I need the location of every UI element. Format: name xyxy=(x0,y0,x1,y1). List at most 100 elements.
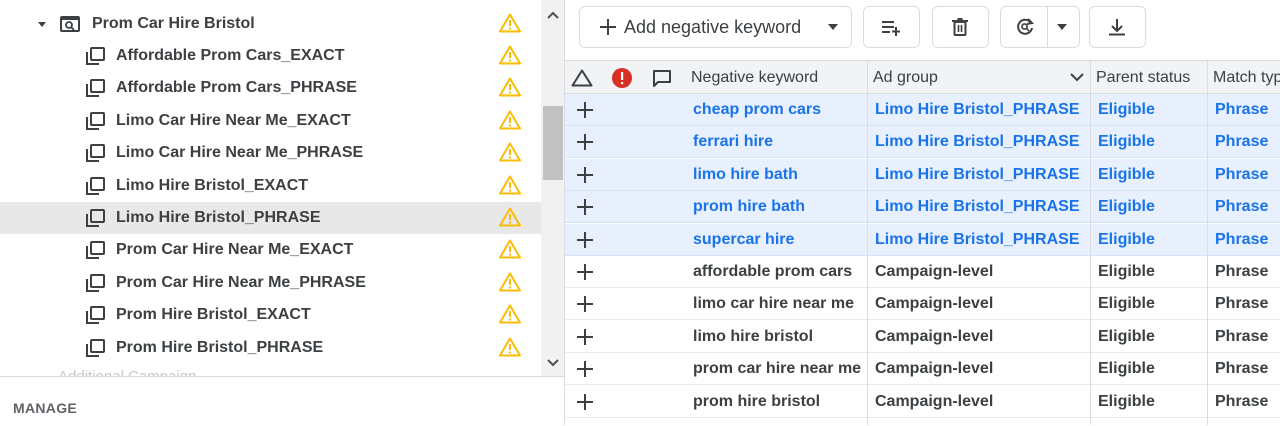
plus-icon[interactable] xyxy=(577,264,593,280)
match-type-cell[interactable]: Phrase xyxy=(1215,101,1268,119)
table-row[interactable]: prom car hire near me Campaign-level Eligi… xyxy=(565,353,1280,386)
ad-group-cell[interactable]: Campaign-level xyxy=(875,360,993,378)
keyword-cell[interactable]: prom hire bristol xyxy=(693,393,820,411)
dropdown-arrow-icon[interactable] xyxy=(828,24,838,30)
comment-icon[interactable] xyxy=(652,69,672,87)
ad-group-cell[interactable]: Campaign-level xyxy=(875,295,993,313)
ad-group-label: Affordable Prom Cars_EXACT xyxy=(116,47,345,64)
keyword-cell[interactable]: supercar hire xyxy=(693,231,794,249)
table-row[interactable]: cheap prom cars Limo Hire Bristol_PHRASE E… xyxy=(565,94,1280,126)
ad-group-cell[interactable]: Limo Hire Bristol_PHRASE xyxy=(875,101,1079,119)
keyword-cell[interactable]: cheap prom cars xyxy=(693,101,821,119)
keyword-cell[interactable]: prom car hire near me xyxy=(693,360,861,378)
parent-status-cell: Eligible xyxy=(1098,327,1155,345)
column-header-parent-status[interactable]: Parent status xyxy=(1096,69,1190,87)
delete-button[interactable] xyxy=(932,6,989,48)
add-to-list-button[interactable] xyxy=(863,6,920,48)
tree-ad-group-row[interactable]: Limo Hire Bristol_PHRASE xyxy=(0,202,541,234)
tree-ad-group-row[interactable]: Limo Car Hire Near Me_EXACT xyxy=(0,105,541,137)
plus-icon[interactable] xyxy=(577,134,593,151)
match-type-cell[interactable]: Phrase xyxy=(1215,166,1268,184)
tree-ad-group-row[interactable]: Prom Hire Bristol_PHRASE xyxy=(0,332,541,364)
keyword-cell[interactable]: limo car hire near me xyxy=(693,295,854,313)
warning-icon xyxy=(499,110,521,130)
ad-group-cell[interactable]: Campaign-level xyxy=(875,263,993,281)
account-tree-panel: Prom Car Hire Bristol Affordable Prom Ca… xyxy=(0,0,565,426)
match-type-cell[interactable]: Phrase xyxy=(1215,231,1268,249)
tree-ad-group-row[interactable]: Limo Car Hire Near Me_PHRASE xyxy=(0,137,541,169)
caret-down-icon[interactable] xyxy=(35,17,49,31)
match-type-cell[interactable]: Phrase xyxy=(1215,295,1268,313)
plus-icon[interactable] xyxy=(577,393,593,410)
warning-icon xyxy=(499,77,521,97)
ad-group-icon xyxy=(86,338,105,357)
ad-group-cell[interactable]: Limo Hire Bristol_PHRASE xyxy=(875,198,1079,216)
tree-ad-group-row[interactable]: Prom Car Hire Near Me_EXACT xyxy=(0,234,541,266)
tree-ad-group-row[interactable]: Affordable Prom Cars_PHRASE xyxy=(0,72,541,104)
ad-group-cell[interactable]: Campaign-level xyxy=(875,393,993,411)
warning-column-icon[interactable] xyxy=(571,69,593,87)
match-type-cell[interactable]: Phrase xyxy=(1215,360,1268,378)
trash-icon xyxy=(952,18,968,36)
negative-keywords-panel: Add negative keyword Negative keyword Ad… xyxy=(565,0,1280,425)
keyword-cell[interactable]: affordable prom cars xyxy=(693,263,852,281)
plus-icon[interactable] xyxy=(577,102,593,118)
plus-icon[interactable] xyxy=(577,296,593,313)
warning-icon xyxy=(499,304,521,324)
plus-icon[interactable] xyxy=(577,166,593,183)
table-row[interactable]: limo hire bristol Campaign-level Eligible P… xyxy=(565,321,1280,353)
ad-group-cell[interactable]: Limo Hire Bristol_PHRASE xyxy=(875,231,1079,249)
ad-group-cell[interactable]: Campaign-level xyxy=(875,328,993,346)
plus-icon[interactable] xyxy=(577,328,593,345)
keyword-cell[interactable]: limo hire bristol xyxy=(693,328,813,346)
tree-ad-group-row[interactable]: Affordable Prom Cars_EXACT xyxy=(0,40,541,72)
keyword-cell[interactable]: prom hire bath xyxy=(693,198,805,216)
parent-status-cell: Eligible xyxy=(1098,295,1155,313)
sort-chevron-down-icon[interactable] xyxy=(1070,73,1084,82)
table-row[interactable]: prom hire bristol Campaign-level Eligible P… xyxy=(565,386,1280,418)
keyword-cell[interactable]: limo hire bath xyxy=(693,166,798,184)
table-header: Negative keyword Ad group Parent status … xyxy=(565,60,1280,94)
ad-group-icon xyxy=(86,144,105,163)
ad-group-icon xyxy=(86,306,105,325)
tree-partial-item[interactable]: Additional Campaign xyxy=(58,367,238,376)
add-negative-keyword-button[interactable]: Add negative keyword xyxy=(579,6,852,48)
keyword-cell[interactable]: ferrari hire xyxy=(693,133,773,151)
match-type-cell[interactable]: Phrase xyxy=(1215,263,1268,281)
download-button[interactable] xyxy=(1089,6,1146,48)
plus-icon[interactable] xyxy=(577,361,593,378)
table-row[interactable]: affordable prom cars Campaign-level Eligib… xyxy=(565,256,1280,288)
plus-icon[interactable] xyxy=(577,199,593,216)
match-type-cell[interactable]: Phrase xyxy=(1215,133,1268,151)
ad-group-cell[interactable]: Limo Hire Bristol_PHRASE xyxy=(875,133,1079,151)
tree-scrollbar[interactable] xyxy=(541,0,565,376)
tree-campaign-row[interactable]: Prom Car Hire Bristol xyxy=(0,8,541,40)
match-type-cell[interactable]: Phrase xyxy=(1215,328,1268,346)
ad-group-label: Prom Car Hire Near Me_PHRASE xyxy=(116,273,366,291)
table-row[interactable]: ferrari hire Limo Hire Bristol_PHRASE Elig… xyxy=(565,126,1280,159)
table-row[interactable]: limo hire bath Limo Hire Bristol_PHRASE El… xyxy=(565,158,1280,191)
scroll-up-icon[interactable] xyxy=(546,10,560,20)
campaign-tree: Prom Car Hire Bristol Affordable Prom Ca… xyxy=(0,0,541,376)
table-row[interactable]: limo car hire near me Campaign-level Eligi… xyxy=(565,288,1280,321)
plus-icon[interactable] xyxy=(577,231,593,248)
match-type-cell[interactable]: Phrase xyxy=(1215,393,1268,411)
ad-group-label: Limo Hire Bristol_EXACT xyxy=(116,176,309,194)
tree-ad-group-row[interactable]: Prom Hire Bristol_EXACT xyxy=(0,299,541,331)
column-header-negative-keyword[interactable]: Negative keyword xyxy=(691,69,818,87)
match-type-cell[interactable]: Phrase xyxy=(1215,198,1268,216)
tree-ad-group-row[interactable]: Prom Car Hire Near Me_PHRASE xyxy=(0,267,541,299)
error-status-icon[interactable] xyxy=(611,67,633,89)
table-row[interactable]: prom hire bath Limo Hire Bristol_PHRASE El… xyxy=(565,191,1280,224)
refresh-search-button[interactable] xyxy=(1000,6,1080,48)
column-header-match-type[interactable]: Match typ xyxy=(1213,69,1280,87)
table-row[interactable]: supercar hire Limo Hire Bristol_PHRASE Eli… xyxy=(565,223,1280,256)
scroll-down-icon[interactable] xyxy=(546,358,560,368)
dropdown-arrow-icon[interactable] xyxy=(1057,24,1067,30)
ad-group-label: Limo Car Hire Near Me_PHRASE xyxy=(116,144,364,162)
ad-group-cell[interactable]: Limo Hire Bristol_PHRASE xyxy=(875,166,1079,184)
scroll-thumb[interactable] xyxy=(543,106,563,180)
campaign-search-icon xyxy=(60,16,80,32)
column-header-ad-group[interactable]: Ad group xyxy=(873,69,938,87)
tree-ad-group-row[interactable]: Limo Hire Bristol_EXACT xyxy=(0,170,541,202)
